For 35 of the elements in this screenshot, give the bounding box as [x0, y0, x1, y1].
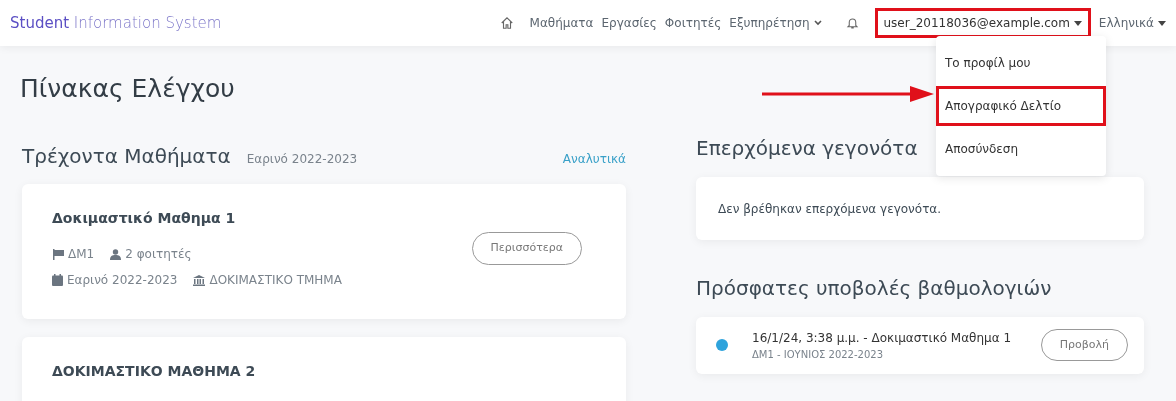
section-title: Πρόσφατες υποβολές βαθμολογιών [696, 276, 1052, 300]
chevron-icon [813, 20, 822, 26]
empty-message: Δεν βρέθηκαν επερχόμενα γεγονότα. [718, 201, 942, 216]
nav-link[interactable]: Μαθήματα [529, 14, 594, 32]
nav-link[interactable]: Φοιτητές [664, 14, 722, 32]
user-menu-button[interactable]: user_20118036@example.com [874, 8, 1091, 38]
caret-icon [1073, 20, 1082, 26]
calendar-icon [52, 274, 63, 286]
student-count: 2 φοιτητές [125, 246, 192, 263]
nav-dropdown[interactable]: Εξυπηρέτηση [729, 14, 822, 32]
home-icon[interactable] [499, 16, 514, 30]
brand-logo-text[interactable]: Student Information System [10, 11, 222, 35]
submission-subtitle: ΔΜ1 - ΙΟΥΝΙΟΣ 2022-2023 [752, 347, 885, 362]
course-code: ΔΜ1 [68, 246, 95, 263]
more-button[interactable]: Περισσότερα [471, 232, 582, 265]
nav-link[interactable]: Εργασίες [601, 14, 657, 32]
view-button[interactable]: Προβολή [1040, 328, 1128, 362]
caret-icon [1158, 20, 1166, 26]
section-title: Επερχόμενα γεγονότα [696, 136, 918, 160]
language-dropdown[interactable]: Ελληνικά [1098, 14, 1166, 32]
course-period: Εαρινό 2022-2023 [67, 272, 178, 289]
course-name: Δοκιμαστικό Μαθημα 1 [52, 209, 237, 228]
menu-item[interactable]: Το προφίλ μου [936, 43, 1106, 83]
submission-title: 16/1/24, 3:38 μ.μ. - Δοκιμαστικό Μαθημα 1 [752, 329, 1013, 347]
menu-item[interactable]: Απογραφικό Δελτίο [936, 86, 1106, 126]
flag-icon [52, 248, 64, 260]
department-name: ΔΟΚΙΜΑΣΤΙΚΟ ΤΜΗΜΑ [209, 272, 342, 289]
building-icon [193, 274, 206, 286]
user-icon [110, 248, 122, 260]
bell-icon[interactable] [845, 16, 859, 30]
period-label: Εαρινό 2022-2023 [246, 151, 358, 168]
course-name: ΔΟΚΙΜΑΣΤΙΚΟ ΜΑΘΗΜΑ 2 [52, 362, 257, 381]
section-title: Τρέχοντα Μαθήματα [22, 144, 231, 168]
page-title: Πίνακας Ελέγχου [20, 74, 235, 104]
menu-item[interactable]: Αποσύνδεση [936, 129, 1106, 169]
